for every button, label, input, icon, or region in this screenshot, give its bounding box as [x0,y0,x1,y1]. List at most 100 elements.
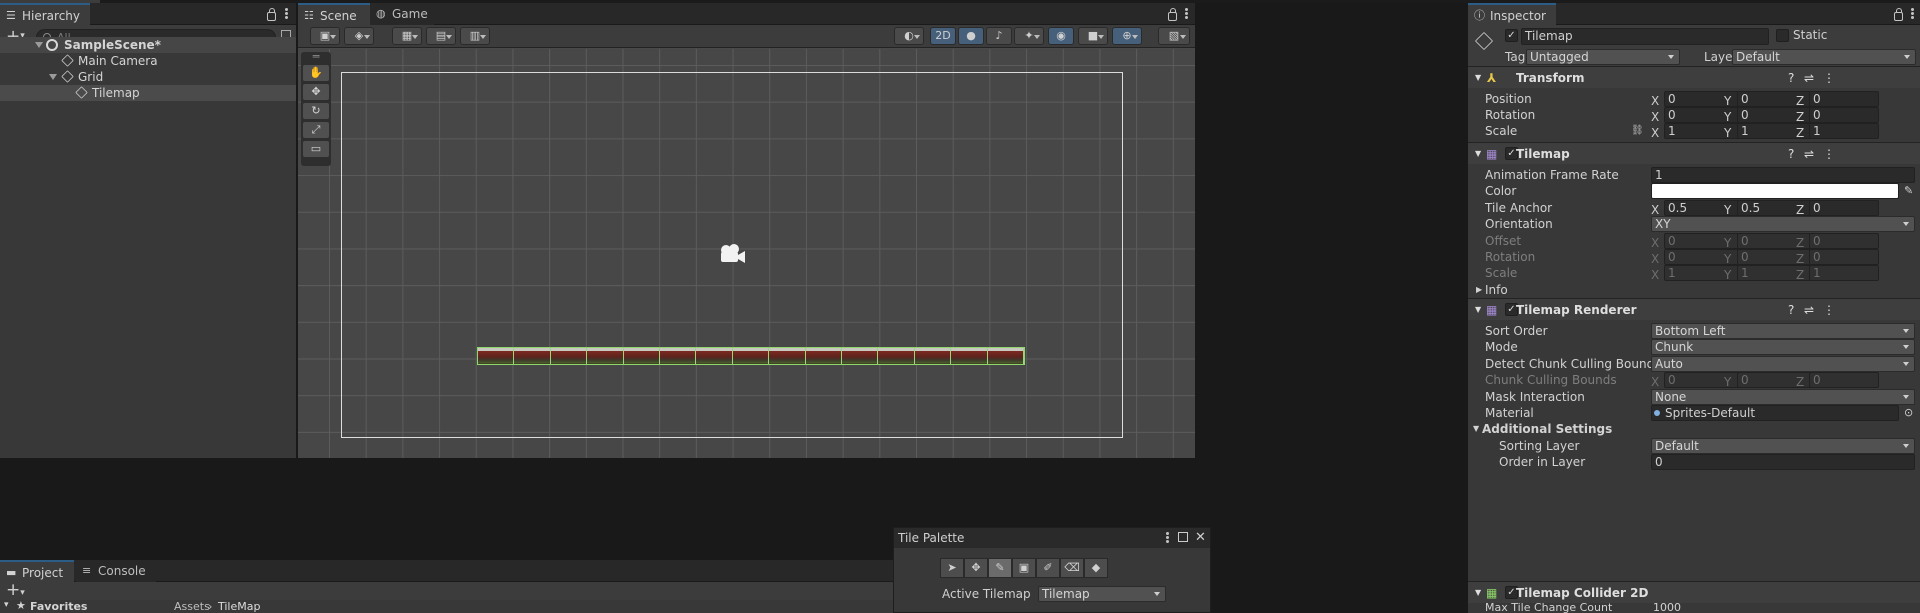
preset-icon[interactable]: ⇌ [1804,143,1814,165]
hierarchy-item-tilemap[interactable]: Tilemap [0,85,296,101]
shading-mode-button[interactable]: ◐ [894,27,924,45]
hierarchy-item-main-camera[interactable]: Main Camera [0,53,296,69]
paintbrush-tool-icon[interactable]: ✎ [988,558,1012,578]
unity-scene-icon [46,39,58,51]
color-swatch[interactable] [1651,183,1899,199]
active-checkbox[interactable]: ✓ [1505,29,1518,42]
lock-icon[interactable] [1894,8,1903,21]
more-menu-icon[interactable] [1166,532,1169,543]
effects-toggle-icon[interactable]: ✦ [1014,27,1044,45]
lighting-toggle-icon[interactable]: ● [958,27,984,45]
fill-bucket-tool-icon[interactable]: ◆ [1084,558,1108,578]
camera-gizmo-icon[interactable] [718,243,746,265]
tab-hierarchy[interactable]: ☰ Hierarchy [0,3,90,25]
tilemap-grid-icon: ▦ [1486,147,1498,161]
tilemap-component-header[interactable]: ▼ ▦ ✓ Tilemap ? ⇌ ⋮ [1468,142,1920,164]
z-field-group: Z1 [1796,123,1880,140]
collider-icon: ▦ [1486,586,1498,600]
tab-inspector[interactable]: ⓘ Inspector [1468,3,1556,25]
breadcrumb-separator-icon: › [208,600,213,613]
tab-scene[interactable]: ☷ Scene [298,3,370,25]
lock-icon[interactable] [267,8,276,21]
static-label: Static [1793,28,1828,42]
layer-value: Default [1736,50,1780,64]
tilemap-collider-component-header[interactable]: ▼ ▦ ✓ Tilemap Collider 2D [1468,581,1920,603]
rect-tool-icon[interactable]: ▭ [303,141,329,157]
scene-viewport[interactable]: ═ ✋ ✥ ↻ ⤢ ▭ [298,49,1195,458]
more-menu-icon[interactable] [1185,8,1188,19]
layer-dropdown[interactable]: Default [1732,49,1916,65]
scale-tool-icon[interactable]: ⤢ [303,122,329,138]
create-asset-button[interactable]: +▾ [6,582,32,600]
view-options-button[interactable]: ◈ [344,27,374,45]
transform-tools-overlay: ═ ✋ ✥ ↻ ⤢ ▭ [301,51,331,166]
active-tilemap-dropdown[interactable]: Tilemap [1038,586,1166,602]
scene-name: SampleScene* [64,38,161,52]
draw-mode-button[interactable]: ▣ [310,27,340,45]
box-fill-tool-icon[interactable]: ▣ [1012,558,1036,578]
grid-visibility-button[interactable]: ▤ [426,27,456,45]
tab-project[interactable]: ▬ Project [0,560,74,582]
move-tool-icon[interactable]: ✥ [964,558,988,578]
more-menu-icon[interactable] [285,8,288,19]
inspector-panel: ⓘ Inspector ✓ Tilemap Static Tag Untagge… [1468,3,1920,613]
constrain-proportions-icon[interactable]: ⛓ [1631,121,1644,141]
help-icon[interactable]: ? [1788,299,1794,321]
component-menu-icon[interactable]: ⋮ [1823,67,1835,89]
overlay-menu-icon[interactable]: ▧ [1158,27,1190,45]
scene-visibility-toggle-icon[interactable]: ◉ [1048,27,1074,45]
preset-icon[interactable]: ⇌ [1804,299,1814,321]
rotate-tool-icon[interactable]: ↻ [303,103,329,119]
tile-palette-titlebar[interactable]: Tile Palette ✕ [894,528,1210,548]
component-menu-icon[interactable]: ⋮ [1823,143,1835,165]
tilemap-tiles[interactable] [477,347,1025,365]
hierarchy-item-grid[interactable]: Grid [0,69,296,85]
gizmos-icon[interactable]: ⊕ [1112,27,1142,45]
maximize-icon[interactable] [1178,532,1188,542]
toggle-2d-label: 2D [935,29,951,42]
collider-partial-label: Max Tile Change Count [1485,602,1613,613]
move-tool-icon[interactable]: ✥ [303,84,329,100]
mode-dropdown-value: Chunk [1655,340,1694,354]
hand-tool-icon[interactable]: ✋ [303,65,329,81]
object-name-field[interactable]: Tilemap [1521,28,1769,45]
order-in-layer-input[interactable]: 0 [1651,454,1915,470]
drag-handle-icon[interactable]: ═ [303,51,329,62]
tab-label: Inspector [1490,9,1546,23]
orientation-dropdown[interactable]: XY [1651,216,1915,232]
increment-snap-button[interactable]: ▥ [460,27,490,45]
help-icon[interactable]: ? [1788,143,1794,165]
eraser-tool-icon[interactable]: ⌫ [1060,558,1084,578]
tilemap-renderer-component-header[interactable]: ▼ ▦ ✓ Tilemap Renderer ? ⇌ ⋮ [1468,298,1920,320]
z-value-field[interactable]: 1 [1809,123,1879,139]
static-checkbox[interactable] [1776,29,1789,42]
mode-dropdown[interactable]: Chunk [1651,339,1915,355]
scene-tab-icon: ☷ [304,9,314,22]
hierarchy-scene-row[interactable]: SampleScene* [0,37,296,53]
tab-label: Project [22,566,64,580]
select-tool-icon[interactable]: ➤ [940,558,964,578]
tag-dropdown[interactable]: Untagged [1526,49,1680,65]
preset-icon[interactable]: ⇌ [1804,67,1814,89]
picker-tool-icon[interactable]: ✐ [1036,558,1060,578]
close-icon[interactable]: ✕ [1195,528,1206,548]
material-field-value: Sprites-Default [1665,406,1756,420]
component-menu-icon[interactable]: ⋮ [1823,299,1835,321]
breadcrumb-tilemap[interactable]: TileMap [218,600,260,613]
toggle-2d-button[interactable]: 2D [930,27,956,45]
inspector-tabbar: ⓘ Inspector [1468,3,1920,25]
transform-component-header[interactable]: ▼ ⅄ Transform ? ⇌ ⋮ [1468,66,1920,88]
help-icon[interactable]: ? [1788,67,1794,89]
camera-settings-icon[interactable]: ■ [1078,27,1108,45]
audio-toggle-icon[interactable]: ♪ [986,27,1012,45]
grid-snap-button[interactable]: ▦ [392,27,422,45]
tab-game[interactable]: ◍ Game [370,3,434,25]
lock-icon[interactable] [1168,8,1177,21]
info-foldout-row[interactable]: Info ▶ [1468,280,1920,300]
tab-console[interactable]: ≡ Console [76,560,156,582]
order-in-layer-input-value: 0 [1655,455,1663,469]
more-menu-icon[interactable] [1911,8,1914,19]
favorites-header[interactable]: ▾ ★ Favorites [0,599,168,613]
tile-palette-title: Tile Palette [898,531,965,545]
breadcrumb-assets[interactable]: Assets [174,600,210,613]
